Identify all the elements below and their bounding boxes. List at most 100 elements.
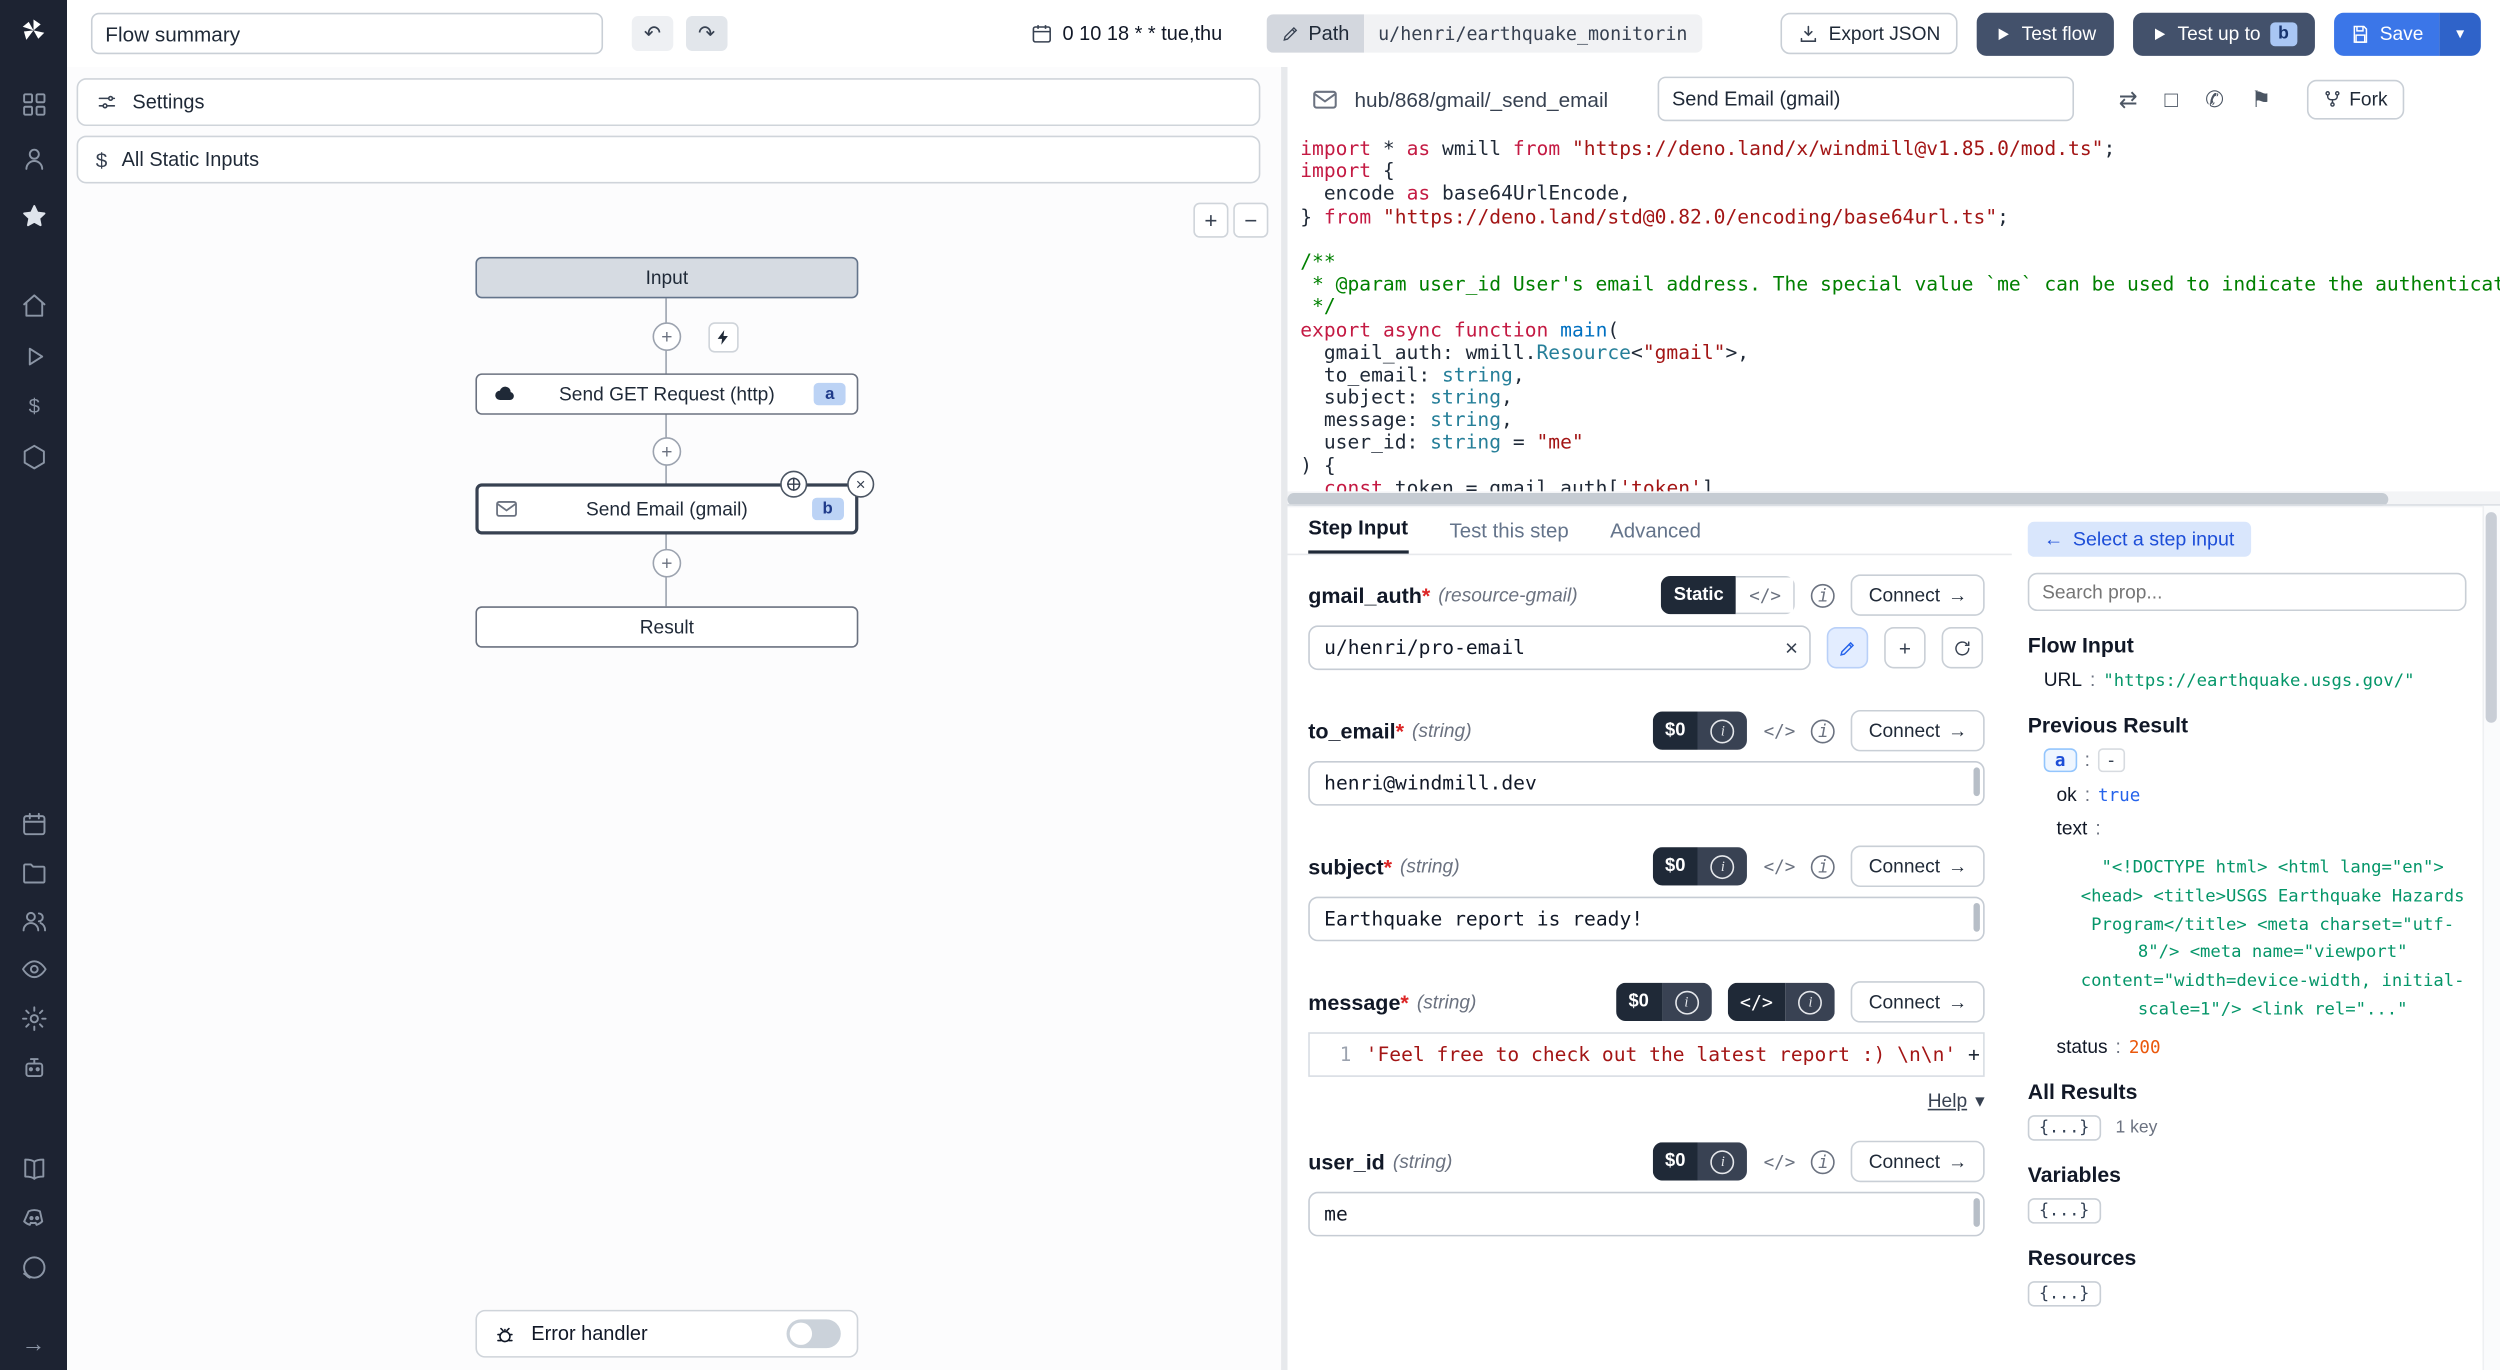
info-icon[interactable]: i — [1811, 854, 1835, 878]
path-edit-button[interactable]: Path — [1267, 14, 1364, 52]
resources-hexagon-icon[interactable] — [19, 442, 48, 471]
swap-diff-icon[interactable]: ⇄ — [2119, 85, 2138, 112]
docs-book-icon[interactable] — [19, 1153, 48, 1182]
expr-badge[interactable]: $0 i — [1616, 983, 1711, 1021]
variables-object-badge[interactable]: {...} — [2028, 1198, 2101, 1224]
export-json-button[interactable]: Export JSON — [1781, 13, 1958, 54]
flow-summary-input[interactable] — [91, 13, 603, 54]
prop-value-ok[interactable]: true — [2098, 785, 2140, 806]
expr-badge[interactable]: $0 i — [1652, 712, 1747, 750]
schedules-calendar-icon[interactable] — [19, 809, 48, 838]
tab-advanced[interactable]: Advanced — [1610, 519, 1701, 554]
flag-icon[interactable]: ⚑ — [2251, 85, 2271, 112]
info-icon[interactable]: i — [1811, 583, 1835, 607]
prop-key-url[interactable]: URL — [2044, 668, 2082, 690]
save-dropdown-button[interactable]: ▾ — [2439, 12, 2480, 55]
github-icon[interactable] — [19, 1252, 48, 1281]
code-mode-active-toggle[interactable]: </> i — [1727, 983, 1835, 1021]
prop-key-ok[interactable]: ok — [2056, 783, 2076, 805]
flow-node-input[interactable]: Input — [475, 257, 858, 298]
star-icon[interactable] — [19, 201, 48, 230]
edit-resource-button[interactable] — [1827, 627, 1868, 668]
code-icon[interactable]: </> — [1764, 856, 1796, 877]
audit-eye-icon[interactable] — [19, 954, 48, 983]
prop-value-a[interactable]: - — [2098, 748, 2125, 772]
tab-test-this-step[interactable]: Test this step — [1450, 519, 1569, 554]
connect-button[interactable]: Connect→ — [1851, 981, 1985, 1022]
input-scroll-grip[interactable] — [1974, 1198, 1980, 1227]
error-handler-toggle[interactable] — [787, 1319, 841, 1348]
gmail-auth-input[interactable] — [1310, 627, 1809, 668]
add-step-button[interactable]: + — [653, 549, 682, 578]
tab-step-input[interactable]: Step Input — [1308, 515, 1408, 553]
expr-badge[interactable]: $0 i — [1652, 1142, 1747, 1180]
expr-badge[interactable]: $0 i — [1652, 847, 1747, 885]
redo-button[interactable]: ↷ — [686, 16, 727, 51]
trigger-bolt-icon[interactable] — [708, 322, 738, 352]
home-icon[interactable] — [19, 290, 48, 319]
scrollbar-thumb[interactable] — [2486, 512, 2497, 723]
select-step-input-button[interactable]: ← Select a step input — [2028, 522, 2251, 557]
connect-button[interactable]: Connect→ — [1851, 574, 1985, 615]
fork-button[interactable]: Fork — [2306, 79, 2403, 119]
code-icon[interactable]: </> — [1764, 1151, 1796, 1172]
prop-key-a-badge[interactable]: a — [2044, 748, 2077, 772]
all-static-inputs-button[interactable]: $ All Static Inputs — [77, 136, 1261, 184]
phone-icon[interactable]: ✆ — [2205, 85, 2224, 112]
input-scroll-grip[interactable] — [1974, 767, 1980, 796]
resources-object-badge[interactable]: {...} — [2028, 1281, 2101, 1307]
expand-square-icon[interactable]: □ — [2165, 86, 2179, 112]
all-results-object-badge[interactable]: {...} — [2028, 1115, 2101, 1141]
user-id-input[interactable] — [1310, 1193, 1983, 1234]
connect-button[interactable]: Connect→ — [1851, 846, 1985, 887]
test-flow-button[interactable]: Test flow — [1977, 12, 2114, 55]
apps-grid-icon[interactable] — [19, 89, 48, 118]
add-resource-button[interactable]: + — [1884, 627, 1925, 668]
workers-robot-icon[interactable] — [19, 1053, 48, 1082]
save-button[interactable]: Save — [2333, 12, 2439, 55]
discord-icon[interactable] — [19, 1203, 48, 1232]
to-email-input[interactable] — [1310, 763, 1983, 804]
windmill-logo-icon[interactable] — [19, 16, 48, 45]
refresh-resource-button[interactable] — [1942, 627, 1983, 668]
add-step-button[interactable]: + — [653, 437, 682, 466]
flow-settings-button[interactable]: Settings — [77, 78, 1261, 126]
path-control[interactable]: Path u/henri/earthquake_monitorin — [1267, 14, 1702, 52]
info-icon[interactable]: i — [1811, 719, 1835, 743]
zoom-out-button[interactable]: − — [1233, 203, 1268, 238]
node-move-handle-icon[interactable] — [780, 471, 807, 498]
connect-button[interactable]: Connect→ — [1851, 1141, 1985, 1182]
code-mode-button[interactable]: </> — [1736, 576, 1795, 614]
code-editor[interactable]: import * as wmill from "https://deno.lan… — [1287, 131, 2500, 492]
settings-gear-icon[interactable] — [19, 1004, 48, 1033]
variables-dollar-icon[interactable]: $ — [19, 391, 48, 420]
message-expression-editor[interactable]: 1 'Feel free to check out the latest rep… — [1308, 1032, 1984, 1077]
clear-icon[interactable]: × — [1785, 637, 1798, 659]
prop-key-text[interactable]: text — [2056, 817, 2087, 839]
prop-value-url[interactable]: "https://earthquake.usgs.gov/" — [2103, 670, 2414, 691]
node-delete-button[interactable]: × — [847, 471, 874, 498]
prop-value-text[interactable]: "<!DOCTYPE html> <html lang="en"> <head>… — [2079, 854, 2467, 1025]
static-mode-button[interactable]: Static — [1661, 576, 1737, 614]
input-scroll-grip[interactable] — [1974, 903, 1980, 932]
test-up-to-button[interactable]: Test up to b — [2133, 12, 2315, 55]
undo-button[interactable]: ↶ — [632, 16, 673, 51]
groups-users-icon[interactable] — [19, 906, 48, 935]
flow-node-result[interactable]: Result — [475, 606, 858, 647]
prop-key-status[interactable]: status — [2056, 1035, 2107, 1057]
folders-icon[interactable] — [19, 858, 48, 887]
help-link[interactable]: Help — [1928, 1090, 1967, 1112]
collapse-arrow-icon[interactable]: → — [0, 1331, 67, 1358]
flow-node-http[interactable]: Send GET Request (http) a — [475, 373, 858, 414]
prop-value-status[interactable]: 200 — [2129, 1037, 2161, 1058]
zoom-in-button[interactable]: + — [1193, 203, 1228, 238]
connect-button[interactable]: Connect→ — [1851, 710, 1985, 751]
user-icon[interactable] — [19, 144, 48, 173]
subject-input[interactable] — [1310, 898, 1983, 939]
add-step-button[interactable]: + — [653, 322, 682, 351]
step-name-input[interactable] — [1658, 77, 2074, 122]
code-icon[interactable]: </> — [1764, 720, 1796, 741]
runs-play-icon[interactable] — [19, 341, 48, 370]
info-icon[interactable]: i — [1811, 1149, 1835, 1173]
schedule-display[interactable]: 0 10 18 * * tue,thu — [1031, 22, 1223, 44]
